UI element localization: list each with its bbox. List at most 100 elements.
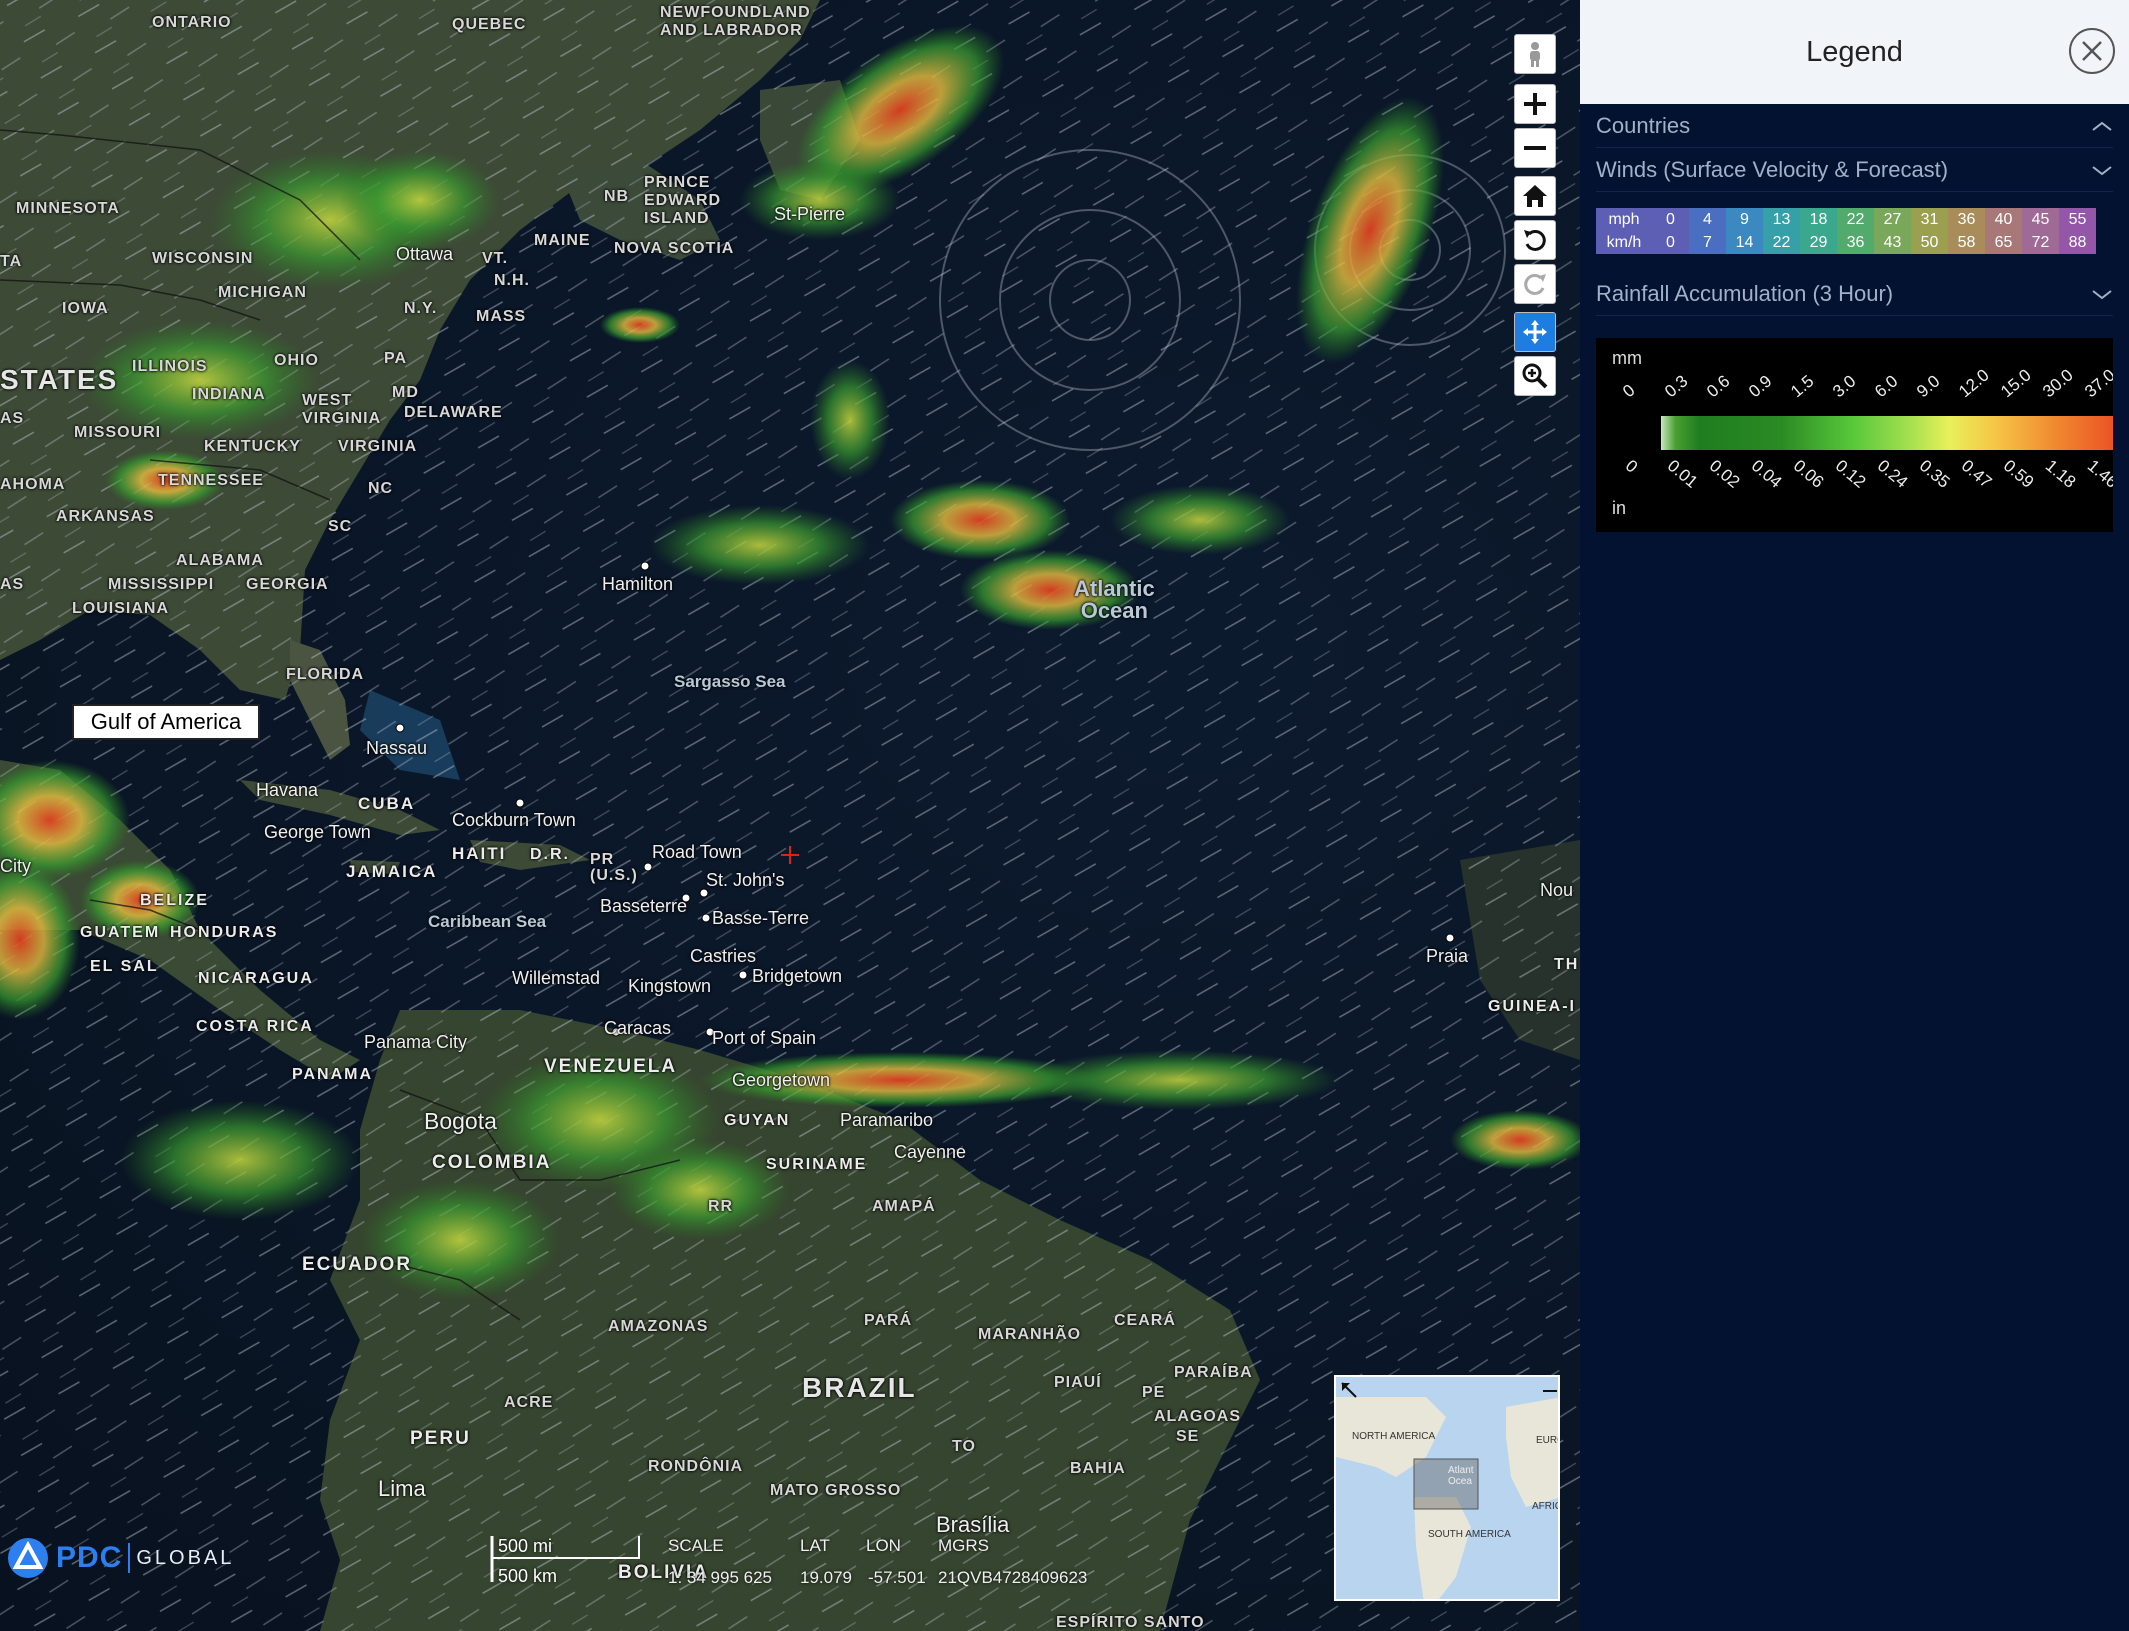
label-brazil: BRAZIL (802, 1372, 917, 1403)
wind-mph-value: 27 (1874, 208, 1911, 231)
scale-bar: 500 mi 500 km (490, 1536, 640, 1586)
expand-overview-icon[interactable] (1340, 1381, 1360, 1401)
label-george-town: George Town (264, 822, 371, 842)
label-city: City (0, 856, 31, 876)
label-rondonia: RONDÔNIA (648, 1458, 744, 1475)
label-minnesota: MINNESOTA (16, 200, 120, 217)
zoom-out-button[interactable] (1514, 128, 1556, 168)
label-ecuador: ECUADOR (302, 1254, 413, 1275)
label-florida: FLORIDA (286, 666, 365, 683)
label-atlantic: Atlantic Ocean (1074, 576, 1155, 623)
street-view-button[interactable] (1514, 34, 1556, 74)
legend-title: Legend (1806, 35, 1903, 68)
chevron-down-icon (2092, 289, 2112, 299)
label-piaui: PIAUÍ (1054, 1374, 1102, 1391)
rain-in-tick: 0.35 (1915, 456, 1954, 492)
legend-panel: Legend Countries Winds (Surface Velocity… (1580, 0, 2129, 1631)
label-md: MD (392, 384, 419, 401)
plus-icon (1524, 93, 1546, 115)
section-winds[interactable]: Winds (Surface Velocity & Forecast) (1596, 148, 2113, 192)
undo-icon (1524, 229, 1546, 251)
mgrs-heading: MGRS (938, 1536, 989, 1555)
label-st-pierre: St-Pierre (774, 204, 846, 224)
label-mississippi: MISSISSIPPI (108, 576, 215, 593)
label-alagoas: ALAGOAS (1154, 1408, 1241, 1425)
wind-mph-value: 13 (1763, 208, 1800, 231)
label-states: STATES (0, 364, 119, 395)
wind-kmh-value: 29 (1800, 231, 1837, 254)
label-georgetown: Georgetown (732, 1070, 831, 1090)
pdc-logo-icon (8, 1538, 48, 1578)
label-peru: PERU (410, 1428, 471, 1449)
wind-mph-value: 0 (1652, 208, 1689, 231)
rain-in-tick: 0.02 (1705, 456, 1744, 492)
label-st-johns: St. John's (706, 870, 785, 890)
label-mass: MASS (476, 308, 527, 325)
label-jamaica: JAMAICA (346, 862, 438, 881)
logo-global: GLOBAL (136, 1546, 235, 1569)
section-countries[interactable]: Countries (1596, 104, 2113, 148)
label-road-town: Road Town (652, 842, 742, 862)
label-pe: PE (1142, 1384, 1166, 1401)
label-costa-rica: COSTA RICA (196, 1018, 314, 1035)
label-honduras: HONDURAS (170, 924, 279, 941)
wind-kmh-value: 88 (2059, 231, 2096, 254)
label-ta: TA (0, 253, 23, 270)
label-havana: Havana (256, 780, 319, 800)
overview-europe: EURO (1536, 1435, 1558, 1446)
chevron-up-icon (2092, 121, 2112, 131)
close-legend-button[interactable] (2069, 28, 2115, 74)
zoom-box-button[interactable] (1514, 356, 1556, 396)
label-suriname: SURINAME (766, 1156, 868, 1173)
redo-icon (1524, 273, 1546, 295)
label-cockburn: Cockburn Town (452, 810, 576, 830)
overview-map[interactable]: NORTH AMERICA SOUTH AMERICA EURO AFRIC A… (1334, 1375, 1560, 1601)
wind-kmh-value: 22 (1763, 231, 1800, 254)
rain-in-tick: 0 (1621, 456, 1642, 477)
label-port-of-spain: Port of Spain (712, 1028, 817, 1048)
label-amapa: AMAPÁ (872, 1198, 936, 1215)
undo-view-button[interactable] (1514, 220, 1556, 260)
home-button[interactable] (1514, 176, 1556, 216)
label-se: SE (1176, 1428, 1200, 1445)
label-alabama: ALABAMA (176, 552, 264, 569)
section-rainfall[interactable]: Rainfall Accumulation (3 Hour) (1596, 272, 2113, 316)
wind-mph-value: 45 (2022, 208, 2059, 231)
label-as-2: AS (0, 576, 25, 593)
label-nicaragua: NICARAGUA (198, 970, 314, 987)
label-ohio: OHIO (274, 352, 319, 369)
label-acre: ACRE (504, 1394, 554, 1411)
collapse-overview-icon[interactable] (1540, 1381, 1560, 1401)
label-nc: NC (368, 480, 394, 497)
label-quebec: QUEBEC (452, 16, 527, 33)
rain-mm-tick: 1.5 (1787, 371, 1818, 402)
label-guatemala: GUATEM (80, 924, 161, 941)
pan-tool-button[interactable] (1514, 312, 1556, 352)
rain-mm-tick: 3.0 (1829, 371, 1860, 402)
label-willemstad: Willemstad (512, 968, 601, 988)
label-ceara: CEARÁ (1114, 1312, 1176, 1329)
wind-mph-value: 22 (1837, 208, 1874, 231)
map-view[interactable]: ONTARIO QUEBEC NEWFOUNDLAND AND LABRADOR… (0, 0, 1580, 1631)
mgrs-value: 21QVB4728409623 (938, 1568, 1088, 1587)
chevron-down-icon (2092, 165, 2112, 175)
label-lima: Lima (378, 1476, 426, 1501)
label-illinois: ILLINOIS (132, 358, 208, 375)
label-tennessee: TENNESSEE (158, 472, 264, 489)
redo-view-button[interactable] (1514, 264, 1556, 304)
rain-in-tick: 0.01 (1663, 456, 1702, 492)
label-newfoundland: NEWFOUNDLAND AND LABRADOR (660, 4, 811, 39)
scale-mi: 500 mi (498, 1536, 553, 1556)
close-icon (2082, 41, 2102, 61)
label-kentucky: KENTUCKY (204, 438, 301, 455)
pegman-icon (1530, 42, 1540, 67)
gulf-of-america-label: Gulf of America (72, 704, 260, 740)
rain-in-tick: 1.46 (2083, 456, 2113, 492)
label-nassau: Nassau (366, 738, 428, 758)
label-amazonas: AMAZONAS (608, 1318, 709, 1335)
zoom-in-button[interactable] (1514, 84, 1556, 124)
wind-kmh-value: 50 (1911, 231, 1948, 254)
label-cuba: CUBA (358, 794, 416, 813)
wind-mph-row: mph 0 4 9 13 18 22 27 31 36 40 45 55 (1596, 208, 2096, 231)
rain-mm-tick: 6.0 (1871, 371, 1902, 402)
